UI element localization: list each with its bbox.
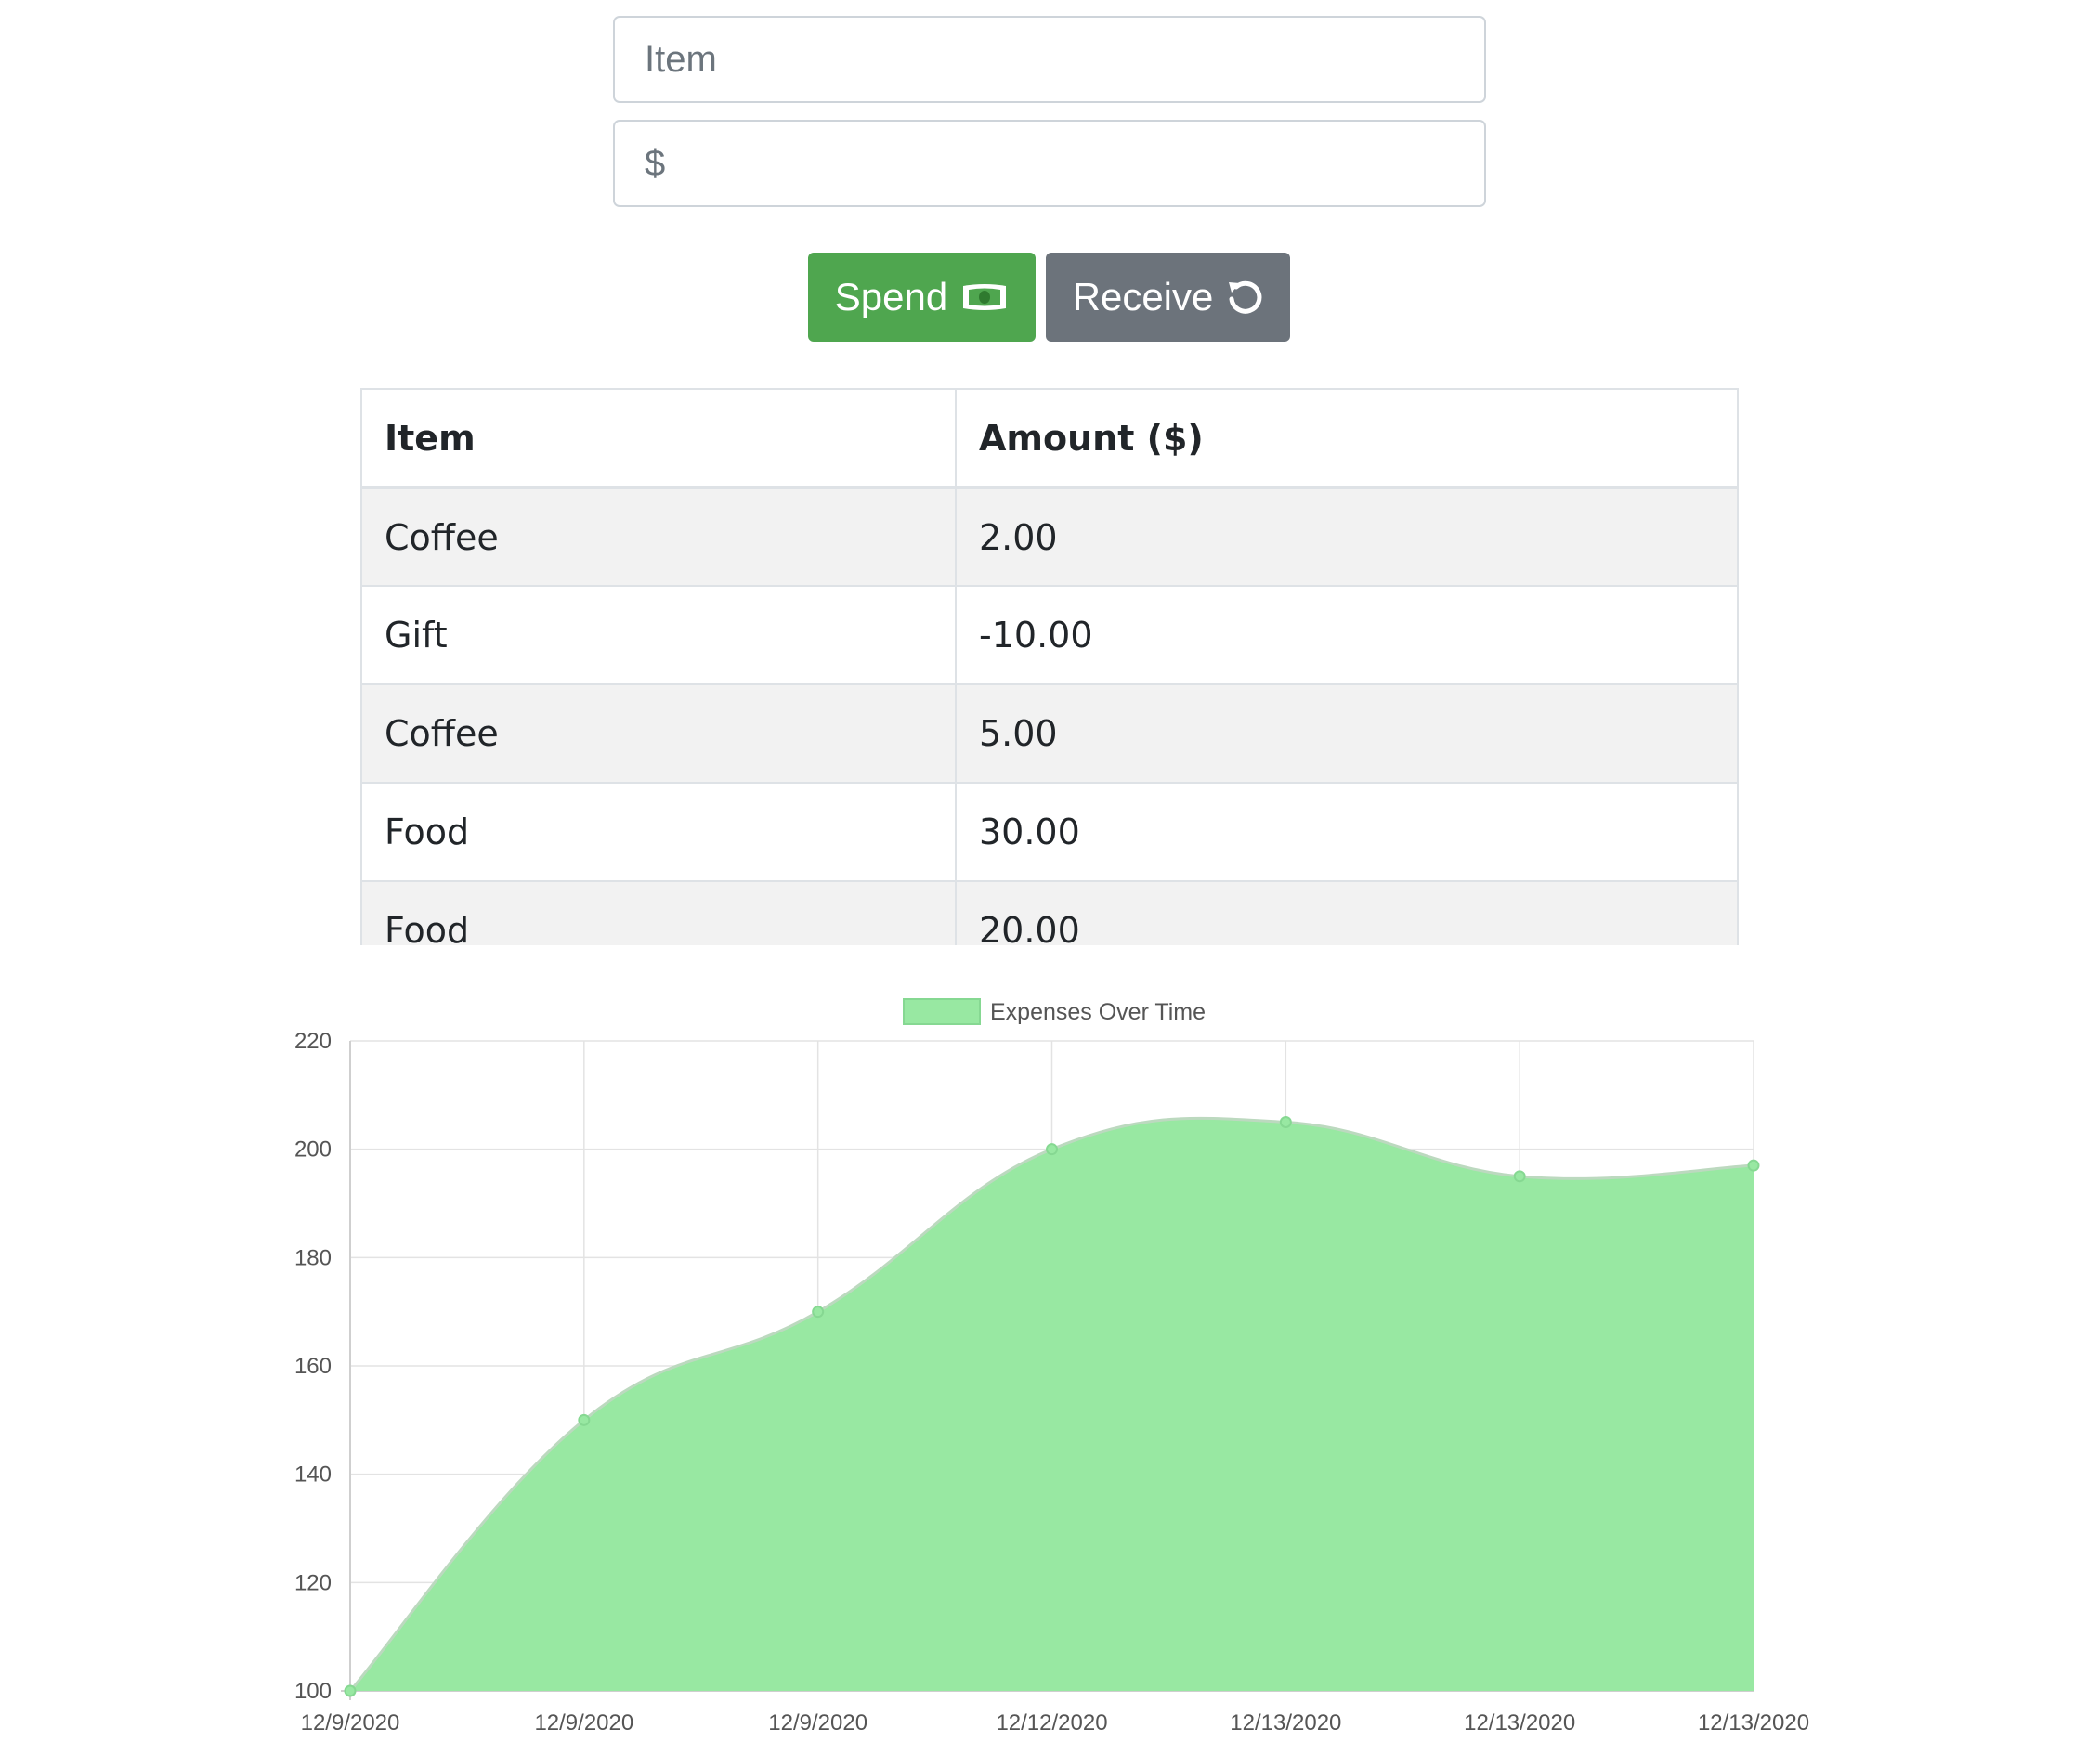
table-header-row: Item Amount ($) <box>360 388 1739 489</box>
table-row: Coffee 5.00 <box>360 683 1739 784</box>
y-tick-label: 180 <box>294 1245 332 1270</box>
series-area <box>350 1118 1754 1691</box>
data-point <box>1046 1143 1058 1156</box>
x-tick-label: 12/13/2020 <box>1464 1710 1575 1736</box>
x-tick-label: 12/9/2020 <box>768 1710 867 1736</box>
amount-input[interactable] <box>613 120 1486 207</box>
header-amount: Amount ($) <box>955 388 1739 489</box>
y-tick-label: 160 <box>294 1354 332 1379</box>
y-tick-label: 100 <box>294 1679 332 1704</box>
x-tick-label: 12/13/2020 <box>1230 1710 1341 1736</box>
data-point <box>1747 1159 1760 1172</box>
cell-amount: 2.00 <box>955 487 1739 587</box>
transactions-table: Item Amount ($) Coffee 2.00 Gift -10.00 … <box>360 388 1739 945</box>
legend-swatch <box>903 998 981 1025</box>
money-bill-icon <box>960 281 1009 313</box>
y-tick-label: 220 <box>294 1029 332 1054</box>
table-row: Food 30.00 <box>360 782 1739 882</box>
transactions-table-container[interactable]: Item Amount ($) Coffee 2.00 Gift -10.00 … <box>360 388 1739 945</box>
table-row: Coffee 2.00 <box>360 487 1739 587</box>
x-tick-label: 12/12/2020 <box>996 1710 1107 1736</box>
spend-button-label: Spend <box>834 275 948 318</box>
data-point <box>344 1684 357 1697</box>
cell-item: Gift <box>360 585 957 685</box>
cell-amount: 20.00 <box>955 880 1739 945</box>
cell-item: Food <box>360 782 957 882</box>
x-tick-label: 12/13/2020 <box>1698 1710 1809 1736</box>
cell-amount: 30.00 <box>955 782 1739 882</box>
receive-button-label: Receive <box>1072 275 1214 318</box>
x-tick-label: 12/9/2020 <box>301 1710 400 1736</box>
y-tick-label: 140 <box>294 1462 332 1488</box>
table-row: Gift -10.00 <box>360 585 1739 685</box>
cell-item: Coffee <box>360 487 957 587</box>
data-point <box>578 1413 591 1426</box>
y-tick-label: 200 <box>294 1138 332 1163</box>
data-point <box>1513 1170 1526 1183</box>
cell-amount: 5.00 <box>955 683 1739 784</box>
legend-label: Expenses Over Time <box>990 999 1206 1025</box>
data-point <box>812 1306 825 1319</box>
spend-button[interactable]: Spend <box>808 253 1036 342</box>
receive-button[interactable]: Receive <box>1046 253 1290 342</box>
y-tick-label: 120 <box>294 1570 332 1595</box>
item-input[interactable] <box>613 16 1486 103</box>
cell-amount: -10.00 <box>955 585 1739 685</box>
cell-item: Coffee <box>360 683 957 784</box>
data-point <box>1279 1116 1292 1128</box>
expenses-chart: 100 120 140 160 180 200 220 12/9/2020 12/9/2020 1… <box>294 998 1809 1736</box>
undo-icon <box>1226 279 1263 316</box>
cell-item: Food <box>360 880 957 945</box>
header-item: Item <box>360 388 957 489</box>
table-row: Food 20.00 <box>360 880 1739 945</box>
x-tick-label: 12/9/2020 <box>534 1710 633 1736</box>
